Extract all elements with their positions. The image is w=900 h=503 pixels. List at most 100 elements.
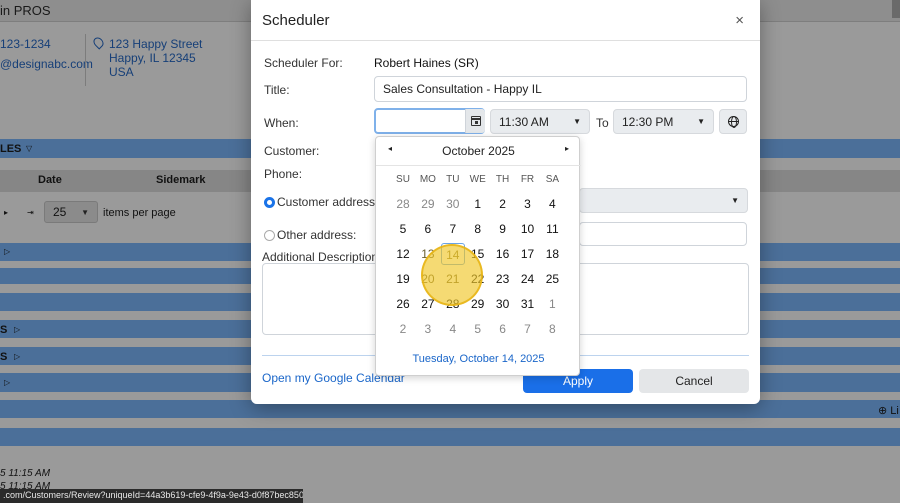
calendar-day[interactable]: 2 (391, 318, 415, 340)
chevron-down-icon: ▼ (697, 117, 705, 126)
calendar-day[interactable]: 4 (441, 318, 465, 340)
chevron-down-icon: ▼ (573, 117, 581, 126)
column-sidemark[interactable]: Sidemark (156, 174, 206, 186)
start-time-select[interactable]: 11:30 AM ▼ (490, 109, 590, 134)
location-pin-icon (91, 35, 106, 50)
status-bar-url: .com/Customers/Review?uniqueId=44a3b619-… (0, 489, 303, 503)
calendar-day[interactable]: 3 (516, 193, 540, 215)
weekday-header: FR (520, 174, 535, 185)
calendar-day[interactable]: 28 (391, 193, 415, 215)
title-label: Title: (264, 83, 290, 97)
calendar-day[interactable]: 6 (491, 318, 515, 340)
expand-icon[interactable]: ▷ (4, 378, 10, 387)
calendar-day[interactable]: 11 (540, 218, 564, 240)
expand-icon[interactable]: ▷ (14, 352, 20, 361)
calendar-day[interactable]: 7 (516, 318, 540, 340)
calendar-day[interactable]: 31 (516, 293, 540, 315)
divider (85, 34, 86, 86)
calendar-header: October 2025 ◂ ▸ (376, 144, 581, 160)
calendar-day[interactable]: 6 (416, 218, 440, 240)
calendar-day[interactable]: 29 (416, 193, 440, 215)
next-page-icon[interactable]: ▸ (4, 208, 8, 217)
calendar-today-link[interactable]: Tuesday, October 14, 2025 (376, 353, 581, 365)
per-page-value: 25 (53, 205, 67, 219)
click-highlight (421, 244, 483, 306)
per-page-label: items per page (103, 207, 176, 219)
calendar-day[interactable]: 2 (491, 193, 515, 215)
chevron-down-icon: ▼ (81, 208, 89, 217)
other-address-label[interactable]: Other address: (277, 228, 356, 242)
add-link[interactable]: ⊕ Li (878, 404, 899, 417)
customer-address-radio[interactable] (264, 197, 275, 208)
calendar-day[interactable]: 30 (491, 293, 515, 315)
row-bar[interactable] (0, 428, 900, 446)
chevron-down-icon[interactable]: ▽ (26, 144, 32, 153)
app-title: in PROS (0, 3, 51, 18)
calendar-day[interactable]: 30 (441, 193, 465, 215)
calendar-day[interactable]: 25 (540, 268, 564, 290)
other-address-input[interactable] (579, 222, 747, 246)
title-input[interactable]: Sales Consultation - Happy IL (374, 76, 747, 102)
timezone-button[interactable] (719, 109, 747, 134)
calendar-day[interactable]: 4 (540, 193, 564, 215)
title-value: Sales Consultation - Happy IL (383, 82, 542, 96)
start-time-value: 11:30 AM (499, 114, 549, 129)
chevron-down-icon: ▼ (731, 196, 739, 205)
calendar-day[interactable]: 19 (391, 268, 415, 290)
calendar-day[interactable]: 5 (466, 318, 490, 340)
calendar-day[interactable]: 26 (391, 293, 415, 315)
calendar-day[interactable]: 10 (516, 218, 540, 240)
calendar-day[interactable]: 16 (491, 243, 515, 265)
row-label: S (0, 324, 8, 336)
calendar-day[interactable]: 17 (516, 243, 540, 265)
calendar-day[interactable]: 5 (391, 218, 415, 240)
weekday-header: WE (469, 174, 486, 185)
calendar-day[interactable]: 7 (441, 218, 465, 240)
customer-address-select[interactable]: ▼ (579, 188, 748, 213)
close-icon[interactable]: × (735, 12, 744, 29)
phone-label: Phone: (264, 167, 303, 181)
calendar-divider (376, 165, 581, 166)
calendar-day[interactable]: 1 (540, 293, 564, 315)
scheduler-for-label: Scheduler For: (264, 56, 343, 70)
calendar-day[interactable]: 8 (466, 218, 490, 240)
last-page-icon[interactable]: ⇥ (27, 208, 34, 217)
row-label: S (0, 351, 8, 363)
calendar-day[interactable]: 12 (391, 243, 415, 265)
calendar-month-title[interactable]: October 2025 (376, 144, 581, 158)
calendar-day[interactable]: 18 (540, 243, 564, 265)
calendar-day[interactable]: 24 (516, 268, 540, 290)
column-date[interactable]: Date (38, 174, 62, 186)
customer-address-label[interactable]: Customer address: (277, 195, 378, 209)
expand-icon[interactable]: ▷ (14, 325, 20, 334)
email-text[interactable]: @designabc.com (0, 57, 93, 71)
date-picker-popup: October 2025 ◂ ▸ SU MO TU WE TH FR SA 28 29 30 1 2 3… (375, 136, 581, 376)
calendar-day[interactable]: 8 (540, 318, 564, 340)
timestamp: 5 11:15 AM (0, 468, 51, 479)
calendar-day[interactable]: 3 (416, 318, 440, 340)
cancel-button[interactable]: Cancel (639, 369, 749, 393)
prev-month-icon[interactable]: ◂ (388, 144, 392, 153)
calendar-day[interactable]: 1 (466, 193, 490, 215)
per-page-select[interactable]: 25 ▼ (44, 201, 98, 223)
calendar-day[interactable]: 9 (491, 218, 515, 240)
next-month-icon[interactable]: ▸ (565, 144, 569, 153)
dialog-title: Scheduler (262, 12, 330, 29)
calendar-day[interactable]: 23 (491, 268, 515, 290)
end-time-value: 12:30 PM (622, 114, 674, 129)
end-time-select[interactable]: 12:30 PM ▼ (613, 109, 714, 134)
weekday-header: SA (545, 174, 560, 185)
weekday-header: TU (446, 174, 460, 185)
to-label: To (596, 116, 609, 130)
address-line-1: 123 Happy Street (109, 37, 203, 51)
scheduler-for-value: Robert Haines (SR) (374, 56, 479, 70)
expand-icon[interactable]: ▷ (4, 247, 10, 256)
address-line-2: Happy, IL 12345 (109, 51, 196, 65)
phone-text[interactable]: 123-1234 (0, 37, 51, 51)
other-address-radio[interactable] (264, 230, 275, 241)
when-label: When: (264, 116, 299, 130)
weekday-header: TH (495, 174, 510, 185)
scrollbar[interactable] (892, 0, 900, 18)
weekday-header: MO (419, 174, 436, 185)
date-picker-button[interactable] (465, 109, 485, 133)
